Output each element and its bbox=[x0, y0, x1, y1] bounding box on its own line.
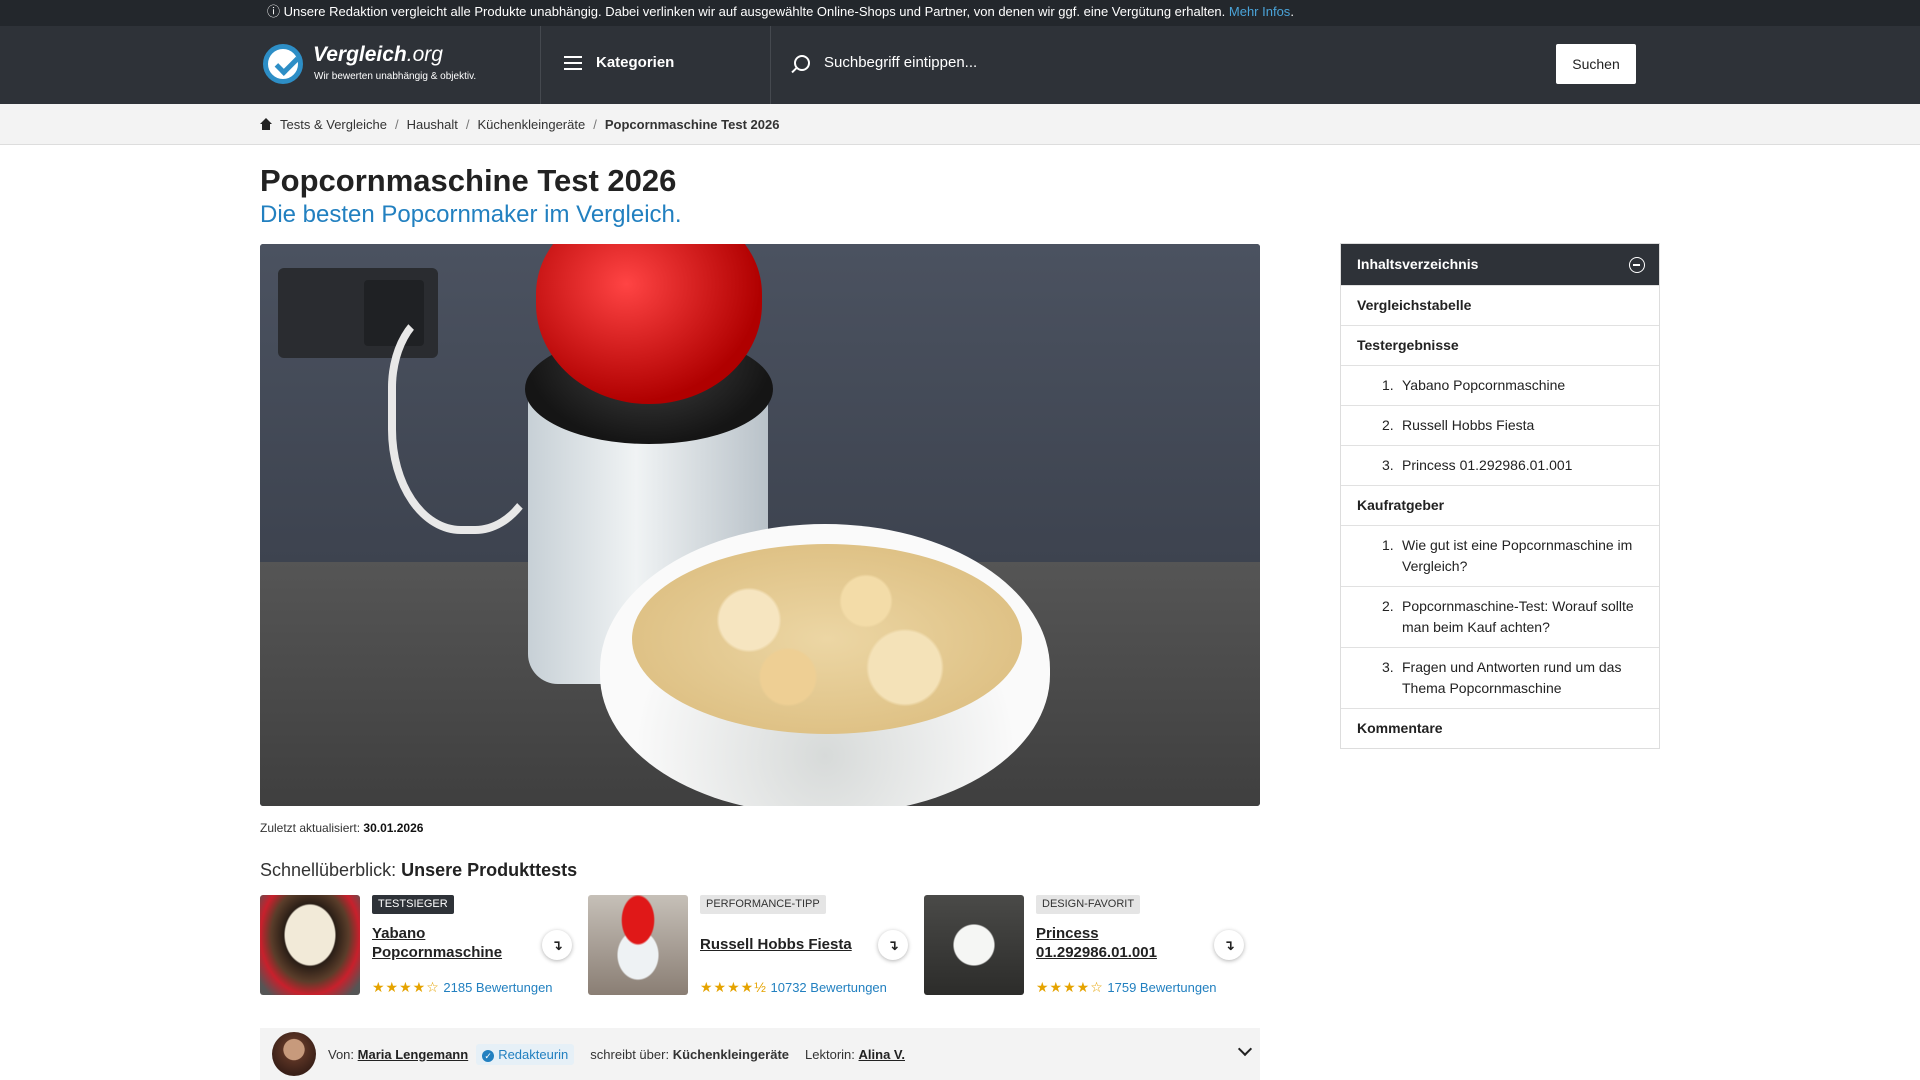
header-divider bbox=[540, 26, 541, 104]
product-card[interactable]: PERFORMANCE-TIPP Russell Hobbs Fiesta ↴ … bbox=[588, 895, 918, 995]
product-badge: TESTSIEGER bbox=[372, 895, 454, 914]
breadcrumb-item[interactable]: Tests & Vergleiche bbox=[280, 117, 387, 132]
toc-header[interactable]: Inhaltsverzeichnis bbox=[1341, 244, 1659, 285]
breadcrumb: Tests & Vergleiche / Haushalt / Küchenkl… bbox=[0, 104, 1920, 145]
breadcrumb-current: Popcornmaschine Test 2026 bbox=[604, 116, 780, 132]
product-thumbnail[interactable] bbox=[588, 895, 688, 995]
editor-link[interactable]: Alina V. bbox=[859, 1047, 905, 1062]
product-name-link[interactable]: Princess 01.292986.01.001 bbox=[1036, 924, 1157, 962]
notice-text: ⓘ Unsere Redaktion vergleicht alle Produ… bbox=[267, 4, 1226, 19]
affiliate-notice: ⓘ Unsere Redaktion vergleicht alle Produ… bbox=[0, 0, 1920, 26]
chevron-down-icon[interactable] bbox=[1237, 1041, 1253, 1057]
toc-item[interactable]: Kaufratgeber bbox=[1341, 485, 1659, 525]
page-subtitle: Die besten Popcornmaker im Vergleich. bbox=[260, 201, 682, 228]
more-info-link[interactable]: Mehr Infos bbox=[1229, 4, 1290, 19]
product-rating[interactable]: ★★★★☆ 1759 Bewertungen bbox=[1036, 979, 1217, 996]
logo-tld: .org bbox=[406, 43, 443, 66]
hamburger-icon bbox=[564, 55, 582, 70]
product-badge: DESIGN-FAVORIT bbox=[1036, 895, 1141, 914]
site-logo[interactable]: Vergleich.org Wir bewerten unabhängig & … bbox=[263, 42, 543, 88]
logo-slogan: Wir bewerten unabhängig & objektiv. bbox=[314, 71, 477, 82]
author-box[interactable]: Von: Maria Lengemann ✓ Redakteurin schrei… bbox=[260, 1028, 1260, 1080]
logo-check-icon bbox=[263, 44, 303, 84]
last-updated-date: 30.01.2026 bbox=[363, 821, 424, 835]
search-icon bbox=[794, 54, 810, 71]
hero-image bbox=[260, 244, 1260, 806]
author-link[interactable]: Maria Lengemann bbox=[358, 1047, 469, 1062]
avatar bbox=[272, 1032, 316, 1076]
home-icon[interactable] bbox=[260, 118, 272, 130]
search-placeholder: Suchbegriff eintippen... bbox=[824, 54, 978, 71]
product-thumbnail[interactable] bbox=[924, 895, 1024, 995]
collapse-icon[interactable] bbox=[1629, 257, 1645, 273]
arrow-link-icon[interactable]: ↴ bbox=[542, 930, 572, 960]
arrow-link-icon[interactable]: ↴ bbox=[878, 930, 908, 960]
product-cards: TESTSIEGER Yabano Popcornmaschine ↴ ★★★★☆… bbox=[260, 895, 1260, 995]
toc-item[interactable]: Vergleichstabelle bbox=[1341, 285, 1659, 325]
table-of-contents: Inhaltsverzeichnis Vergleichstabelle Tes… bbox=[1340, 243, 1660, 749]
search-input[interactable]: Suchbegriff eintippen... bbox=[794, 54, 977, 71]
site-header: Vergleich.org Wir bewerten unabhängig & … bbox=[0, 26, 1920, 104]
toc-subitem[interactable]: 1. Wie gut ist eine Popcornmaschine im Ve… bbox=[1341, 525, 1659, 586]
product-rating[interactable]: ★★★★½ 10732 Bewertungen bbox=[700, 979, 887, 996]
toc-item[interactable]: Kommentare bbox=[1341, 708, 1659, 748]
verified-icon: ✓ bbox=[482, 1049, 495, 1062]
toc-subitem[interactable]: 3. Princess 01.292986.01.001 bbox=[1341, 445, 1659, 485]
header-divider bbox=[770, 26, 771, 104]
product-badge: PERFORMANCE-TIPP bbox=[700, 895, 826, 914]
toc-subitem[interactable]: 1. Yabano Popcornmaschine bbox=[1341, 365, 1659, 405]
toc-subitem[interactable]: 2. Popcornmaschine-Test: Worauf sollte ma… bbox=[1341, 586, 1659, 647]
toc-subitem[interactable]: 2. Russell Hobbs Fiesta bbox=[1341, 405, 1659, 445]
arrow-link-icon[interactable]: ↴ bbox=[1214, 930, 1244, 960]
toc-item[interactable]: Testergebnisse bbox=[1341, 325, 1659, 365]
page-title: Popcornmaschine Test 2026 bbox=[260, 163, 677, 198]
author-topic: Küchenkleingeräte bbox=[672, 1046, 790, 1062]
categories-menu-button[interactable]: Kategorien bbox=[564, 54, 674, 71]
categories-label: Kategorien bbox=[596, 54, 675, 71]
product-thumbnail[interactable] bbox=[260, 895, 360, 995]
product-name-link[interactable]: Yabano Popcornmaschine bbox=[372, 924, 502, 962]
breadcrumb-item[interactable]: Haushalt bbox=[407, 117, 458, 132]
toc-subitem[interactable]: 3. Fragen und Antworten rund um das Thema… bbox=[1341, 647, 1659, 708]
breadcrumb-item[interactable]: Küchenkleingeräte bbox=[478, 117, 586, 132]
product-name-link[interactable]: Russell Hobbs Fiesta bbox=[700, 935, 852, 954]
last-updated: Zuletzt aktualisiert: 30.01.2026 bbox=[260, 821, 424, 835]
star-rating: ★★★★½ bbox=[700, 979, 767, 995]
product-rating[interactable]: ★★★★☆ 2185 Bewertungen bbox=[372, 979, 553, 996]
quick-overview-title: Schnellüberblick: Unsere Produkttests bbox=[260, 860, 578, 880]
product-card[interactable]: DESIGN-FAVORIT Princess 01.292986.01.001 … bbox=[924, 895, 1260, 995]
product-card[interactable]: TESTSIEGER Yabano Popcornmaschine ↴ ★★★★☆… bbox=[260, 895, 580, 995]
role-badge: ✓ Redakteurin bbox=[476, 1043, 575, 1065]
star-rating: ★★★★☆ bbox=[1036, 979, 1104, 995]
logo-name: Vergleich bbox=[313, 43, 407, 66]
star-rating: ★★★★☆ bbox=[372, 979, 440, 995]
search-button[interactable]: Suchen bbox=[1556, 44, 1636, 84]
